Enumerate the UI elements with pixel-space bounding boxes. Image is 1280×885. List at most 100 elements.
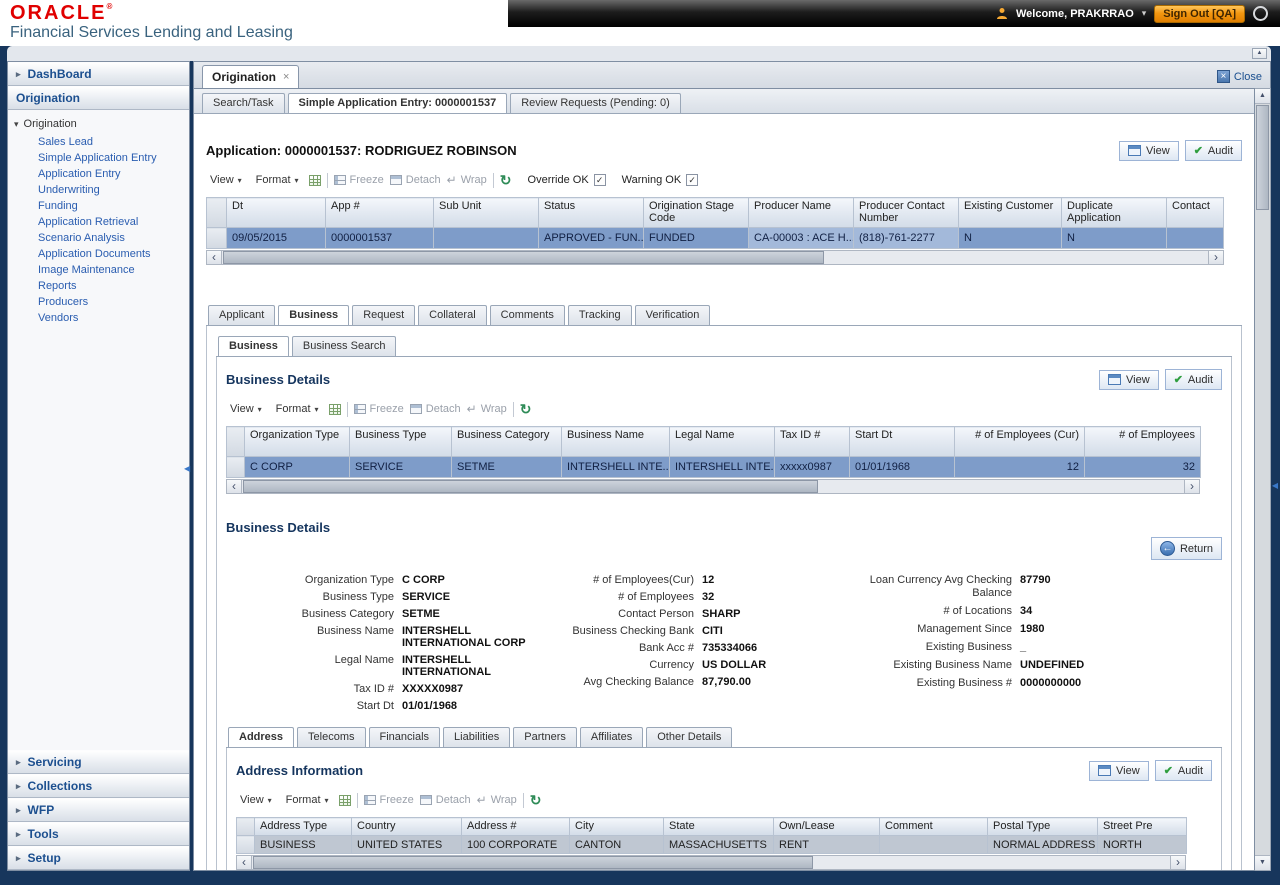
sidebar-item-funding[interactable]: Funding	[14, 198, 183, 214]
detach-button[interactable]: Detach	[389, 174, 441, 186]
column-header[interactable]: Legal Name	[669, 426, 775, 457]
application-row[interactable]: 09/05/2015 0000001537 APPROVED - FUN... …	[206, 227, 1224, 249]
column-header[interactable]: City	[569, 817, 664, 836]
column-header[interactable]: Own/Lease	[773, 817, 880, 836]
sidebar-item-simple-application-entry[interactable]: Simple Application Entry	[14, 150, 183, 166]
scrollbar-thumb[interactable]	[223, 251, 825, 264]
refresh-icon[interactable]: ↻	[520, 402, 532, 416]
close-button[interactable]: × Close	[1216, 70, 1262, 83]
application-horizontal-scrollbar[interactable]: ‹ ›	[206, 250, 1224, 265]
tab-search-task[interactable]: Search/Task	[202, 93, 285, 113]
address-row[interactable]: BUSINESS UNITED STATES 100 CORPORATE CAN…	[236, 835, 1187, 854]
warning-ok-checkbox[interactable]: ✓	[686, 174, 699, 186]
tab-address[interactable]: Address	[228, 727, 295, 747]
vertical-scrollbar[interactable]: ▲ ▼	[1255, 88, 1271, 871]
audit-button[interactable]: ✔ Audit	[1164, 369, 1222, 390]
sign-out-button[interactable]: Sign Out [QA]	[1154, 4, 1245, 23]
column-header[interactable]: Organization Type	[244, 426, 350, 457]
collapse-strip-button[interactable]: ▲	[1252, 48, 1267, 59]
view-menu[interactable]: View ▾	[226, 401, 266, 417]
sidebar-item-scenario-analysis[interactable]: Scenario Analysis	[14, 230, 183, 246]
tab-telecoms[interactable]: Telecoms	[297, 727, 366, 747]
panel-collapse-handle[interactable]: ◀	[1272, 481, 1278, 490]
tab-business-search[interactable]: Business Search	[291, 336, 397, 356]
scroll-right-button[interactable]: ›	[1170, 856, 1185, 869]
column-header[interactable]: Sub Unit	[433, 197, 539, 228]
column-header[interactable]: Address #	[461, 817, 570, 836]
freeze-button[interactable]: Freeze	[363, 794, 414, 806]
column-header[interactable]: Comment	[879, 817, 988, 836]
format-menu[interactable]: Format ▾	[252, 172, 303, 188]
column-header[interactable]: Business Type	[349, 426, 452, 457]
sidebar-item-producers[interactable]: Producers	[14, 294, 183, 310]
scroll-left-button[interactable]: ‹	[207, 251, 222, 264]
tab-liabilities[interactable]: Liabilities	[443, 727, 511, 747]
tab-simple-application-entry[interactable]: Simple Application Entry: 0000001537	[287, 93, 508, 113]
view-button[interactable]: View	[1119, 140, 1179, 161]
scroll-down-button[interactable]: ▼	[1255, 855, 1270, 870]
view-menu[interactable]: View ▾	[206, 172, 246, 188]
row-selector-cell[interactable]	[226, 456, 245, 478]
tab-affiliates[interactable]: Affiliates	[579, 727, 644, 747]
view-menu[interactable]: View ▾	[236, 792, 276, 808]
wrap-button[interactable]: ↵ Wrap	[467, 402, 507, 416]
scroll-left-button[interactable]: ‹	[237, 856, 252, 869]
view-button[interactable]: View	[1099, 369, 1159, 390]
business-horizontal-scrollbar[interactable]: ‹ ›	[226, 479, 1200, 494]
address-horizontal-scrollbar[interactable]: ‹ ›	[236, 855, 1186, 870]
sidebar-item-image-maintenance[interactable]: Image Maintenance	[14, 262, 183, 278]
column-header[interactable]: Business Category	[451, 426, 562, 457]
column-header[interactable]: Producer Contact Number	[853, 197, 959, 228]
scrollbar-thumb[interactable]	[243, 480, 818, 493]
column-header[interactable]: Start Dt	[849, 426, 955, 457]
tree-root-origination[interactable]: ▾ Origination	[14, 118, 183, 130]
business-row[interactable]: C CORP SERVICE SETME INTERSHELL INTE... …	[226, 456, 1201, 478]
export-grid-icon[interactable]	[308, 174, 321, 186]
tab-other-details[interactable]: Other Details	[646, 727, 733, 747]
tab-business[interactable]: Business	[278, 305, 350, 325]
format-menu[interactable]: Format ▾	[282, 792, 333, 808]
scrollbar-track[interactable]	[242, 480, 1184, 493]
format-menu[interactable]: Format ▾	[272, 401, 323, 417]
detach-button[interactable]: Detach	[419, 794, 471, 806]
sidebar-section-origination[interactable]: Origination	[8, 86, 189, 110]
detach-button[interactable]: Detach	[409, 403, 461, 415]
row-selector-cell[interactable]	[206, 227, 227, 249]
tab-tracking[interactable]: Tracking	[567, 305, 632, 325]
sidebar-section-setup[interactable]: ▸ Setup	[8, 846, 189, 870]
view-button[interactable]: View	[1089, 760, 1149, 781]
scrollbar-thumb[interactable]	[1256, 105, 1269, 210]
row-selector-cell[interactable]	[236, 835, 255, 854]
column-header[interactable]: Status	[538, 197, 644, 228]
column-header[interactable]: Existing Customer	[958, 197, 1062, 228]
scrollbar-track[interactable]	[222, 251, 1208, 264]
tab-business-detail[interactable]: Business	[218, 336, 289, 356]
tab-applicant[interactable]: Applicant	[208, 305, 276, 325]
scroll-left-button[interactable]: ‹	[227, 480, 242, 493]
scroll-right-button[interactable]: ›	[1208, 251, 1223, 264]
freeze-button[interactable]: Freeze	[333, 174, 384, 186]
sidebar-section-servicing[interactable]: ▸ Servicing	[8, 750, 189, 774]
column-header[interactable]: Country	[351, 817, 462, 836]
tab-verification[interactable]: Verification	[634, 305, 711, 325]
tree-expand-icon[interactable]: ▾	[14, 119, 19, 130]
column-header[interactable]: # of Employees (Cur)	[954, 426, 1085, 457]
column-header[interactable]: Origination Stage Code	[643, 197, 749, 228]
sidebar-item-reports[interactable]: Reports	[14, 278, 183, 294]
column-header[interactable]: Tax ID #	[774, 426, 850, 457]
sidebar-item-underwriting[interactable]: Underwriting	[14, 182, 183, 198]
column-header[interactable]: # of Employees	[1084, 426, 1201, 457]
wrap-button[interactable]: ↵ Wrap	[447, 173, 487, 187]
audit-button[interactable]: ✔ Audit	[1154, 760, 1212, 781]
tab-financials[interactable]: Financials	[368, 727, 441, 747]
override-ok-checkbox[interactable]: ✓	[593, 174, 606, 186]
audit-button[interactable]: ✔ Audit	[1184, 140, 1242, 161]
sidebar-section-collections[interactable]: ▸ Collections	[8, 774, 189, 798]
scrollbar-track[interactable]	[252, 856, 1170, 869]
column-header[interactable]: Business Name	[561, 426, 670, 457]
sidebar-item-vendors[interactable]: Vendors	[14, 310, 183, 326]
sidebar-item-application-documents[interactable]: Application Documents	[14, 246, 183, 262]
sidebar-item-application-entry[interactable]: Application Entry	[14, 166, 183, 182]
sidebar-item-sales-lead[interactable]: Sales Lead	[14, 134, 183, 150]
refresh-icon[interactable]: ↻	[500, 173, 512, 187]
